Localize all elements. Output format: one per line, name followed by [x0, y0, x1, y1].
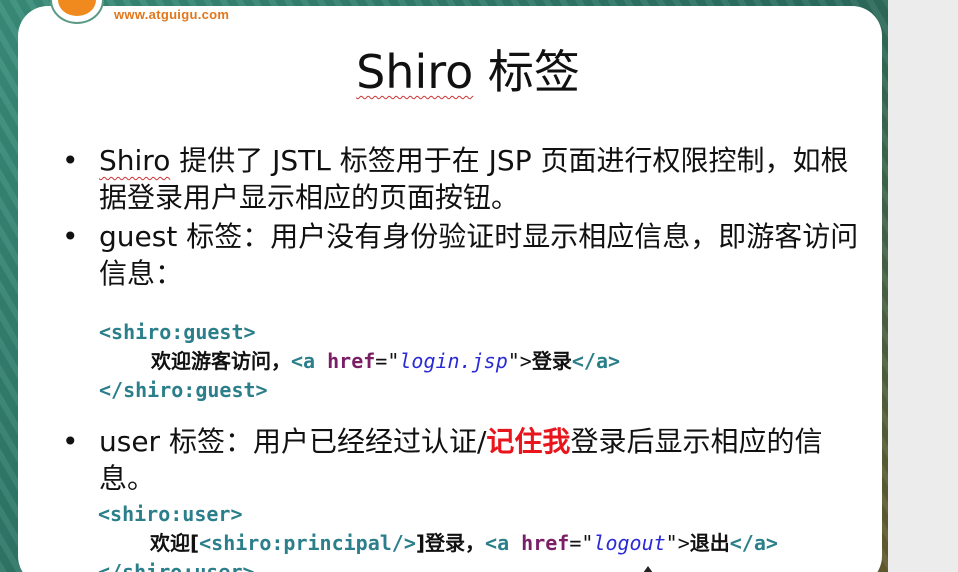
- code-a-close: </a>: [571, 349, 621, 373]
- code-attr: href: [327, 349, 376, 373]
- code-tag-close: </shiro:user>: [98, 560, 255, 572]
- title-rest: 标签: [473, 45, 580, 99]
- code-block-guest: <shiro:guest> 欢迎游客访问，<a href="login.jsp"…: [99, 318, 620, 405]
- highlight-text: 记住我: [486, 425, 571, 458]
- code-href: login.jsp: [399, 349, 508, 373]
- title-brand: Shiro: [356, 45, 474, 99]
- code-href: logout: [593, 531, 666, 555]
- code-text: 欢迎[: [150, 531, 200, 555]
- bullet-body: 提供了 JSTL 标签用于在 JSP 页面进行权限控制，如根据登录用户显示相应的…: [99, 144, 849, 214]
- code-tag-open: <shiro:guest>: [99, 320, 256, 344]
- bullet-body: user 标签：用户已经经过认证/: [99, 425, 487, 458]
- bullet-icon: •: [62, 425, 79, 458]
- mouse-pointer-icon: [643, 566, 653, 572]
- code-block-user: <shiro:user> 欢迎[<shiro:principal/>]登录，<a…: [98, 500, 778, 572]
- slide-title: Shiro 标签: [18, 36, 918, 102]
- code-principal: <shiro:principal/>: [199, 531, 416, 555]
- code-a-close: </a>: [729, 531, 778, 555]
- code-quote-close: ">: [507, 349, 532, 373]
- code-text: ]登录，: [415, 531, 486, 555]
- bullet-brand: Shiro: [99, 144, 171, 177]
- code-eq: =": [569, 531, 594, 555]
- slide: www.atguigu.com Shiro 标签 • Shiro 提供了 JST…: [18, 0, 882, 572]
- bullet-text: user 标签：用户已经经过认证/记住我登录后显示相应的信息。: [99, 423, 859, 497]
- code-attr: href: [521, 531, 570, 555]
- logo-url: www.atguigu.com: [114, 7, 230, 22]
- code-link-text: 登录: [531, 349, 572, 373]
- code-link-text: 退出: [689, 531, 730, 555]
- code-tag-open: <shiro:user>: [98, 502, 243, 526]
- code-a-open: <a: [291, 349, 328, 373]
- code-text: 欢迎游客访问，: [151, 349, 291, 373]
- code-a-open: <a: [485, 531, 522, 555]
- bullet-text: Shiro 提供了 JSTL 标签用于在 JSP 页面进行权限控制，如根据登录用…: [99, 142, 859, 216]
- bullet-text: guest 标签：用户没有身份验证时显示相应信息，即游客访问信息：: [99, 220, 859, 290]
- atguigu-logo-icon: [52, 0, 102, 22]
- code-eq: =": [375, 349, 400, 373]
- bullet-icon: •: [62, 220, 79, 253]
- code-tag-close: </shiro:guest>: [99, 378, 268, 402]
- code-quote-close: ">: [665, 531, 690, 555]
- bullet-icon: •: [62, 144, 79, 177]
